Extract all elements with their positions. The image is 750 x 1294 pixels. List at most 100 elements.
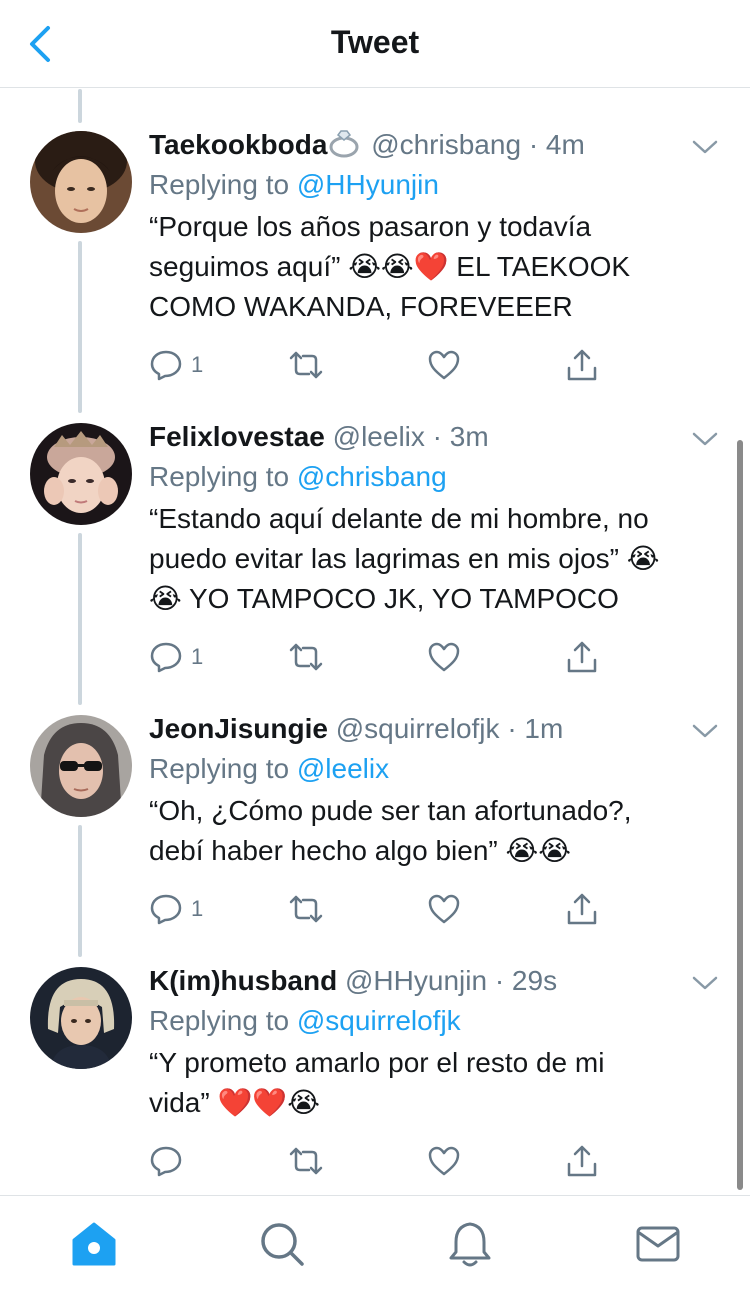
tweet-content: Felixlovestae @leelix · 3m Replying to @… xyxy=(149,417,740,619)
timestamp[interactable]: 1m xyxy=(524,713,563,744)
reply-button[interactable]: 1 xyxy=(149,889,203,929)
tweet-content: JeonJisungie @squirrelofjk · 1m Replying… xyxy=(149,709,740,871)
like-button[interactable] xyxy=(427,1141,461,1181)
avatar[interactable] xyxy=(30,967,132,1069)
avatar[interactable] xyxy=(30,715,132,817)
retweet-icon xyxy=(289,1147,323,1175)
timestamp[interactable]: 4m xyxy=(546,129,585,160)
share-icon xyxy=(567,349,597,381)
chevron-down-icon[interactable] xyxy=(692,139,718,155)
tab-home[interactable] xyxy=(68,1218,120,1270)
retweet-icon xyxy=(289,643,323,671)
replying-to-label: Replying to xyxy=(149,461,290,492)
display-name[interactable]: Taekookboda xyxy=(149,129,327,160)
like-button[interactable] xyxy=(427,345,461,385)
user-handle[interactable]: @HHyunjin xyxy=(345,965,487,996)
thread-connector-line xyxy=(78,89,82,123)
tweet-text-line: “Oh, ¿Cómo pude ser tan afortunado?, xyxy=(149,795,632,826)
share-button[interactable] xyxy=(565,637,599,677)
replying-to-line: Replying to @leelix xyxy=(149,749,740,789)
reply-count: 1 xyxy=(191,896,204,921)
share-icon xyxy=(567,641,597,673)
ring-icon xyxy=(329,130,359,158)
chevron-down-icon[interactable] xyxy=(692,975,718,991)
user-handle[interactable]: @leelix xyxy=(333,421,425,452)
tweet[interactable]: JeonJisungie @squirrelofjk · 1m Replying… xyxy=(0,709,740,961)
chevron-down-icon[interactable] xyxy=(692,431,718,447)
tweet-actions: 1 xyxy=(149,889,619,929)
top-navigation-bar: Tweet xyxy=(0,0,750,88)
reply-icon xyxy=(150,642,182,673)
search-icon xyxy=(261,1223,304,1266)
share-icon xyxy=(567,893,597,925)
separator-dot: · xyxy=(507,713,517,744)
tweet-text-line: “Y prometo amarlo por el resto de mi xyxy=(149,1047,605,1078)
scrollbar[interactable] xyxy=(737,440,743,1190)
avatar[interactable] xyxy=(30,423,132,525)
replying-to-label: Replying to xyxy=(149,169,290,200)
like-icon xyxy=(428,642,460,672)
bottom-tab-bar xyxy=(0,1195,750,1294)
replying-to-line: Replying to @HHyunjin xyxy=(149,165,740,205)
user-handle[interactable]: @squirrelofjk xyxy=(336,713,500,744)
tweet[interactable]: Taekookboda @chrisbang · 4m Replying to … xyxy=(0,125,740,417)
display-name[interactable]: JeonJisungie xyxy=(149,713,328,744)
retweet-button[interactable] xyxy=(287,637,325,677)
reply-button[interactable]: 1 xyxy=(149,637,203,677)
reply-icon xyxy=(150,1146,182,1177)
tweet-actions: 1 xyxy=(149,637,619,677)
retweet-button[interactable] xyxy=(287,1141,325,1181)
share-button[interactable] xyxy=(565,345,599,385)
tab-notifications[interactable] xyxy=(444,1218,496,1270)
tweet-actions xyxy=(149,1141,619,1181)
replying-to-link[interactable]: @chrisbang xyxy=(297,461,447,492)
tab-messages[interactable] xyxy=(632,1218,684,1270)
display-name[interactable]: Felixlovestae xyxy=(149,421,325,452)
like-icon xyxy=(428,1146,460,1176)
avatar[interactable] xyxy=(30,131,132,233)
notifications-icon xyxy=(449,1222,491,1267)
like-icon xyxy=(428,894,460,924)
tweet-text: “Oh, ¿Cómo pude ser tan afortunado?, deb… xyxy=(149,791,724,871)
tweet-text-line: “Porque los años pasaron y todavía xyxy=(149,211,592,242)
page-title: Tweet xyxy=(330,24,420,60)
share-icon xyxy=(567,1145,597,1177)
replying-to-line: Replying to @chrisbang xyxy=(149,457,740,497)
timestamp[interactable]: 29s xyxy=(512,965,557,996)
replying-to-link[interactable]: @squirrelofjk xyxy=(297,1005,461,1036)
like-button[interactable] xyxy=(427,889,461,929)
replying-to-link[interactable]: @HHyunjin xyxy=(297,169,439,200)
replying-to-label: Replying to xyxy=(149,1005,290,1036)
chevron-down-icon[interactable] xyxy=(692,723,718,739)
tweet[interactable]: Felixlovestae @leelix · 3m Replying to @… xyxy=(0,417,740,709)
tweet-text-line: puedo evitar las lagrimas en mis ojos” 😭 xyxy=(149,543,660,574)
messages-icon xyxy=(636,1226,680,1262)
conversation-thread[interactable]: Taekookboda @chrisbang · 4m Replying to … xyxy=(0,89,750,1195)
replying-to-line: Replying to @squirrelofjk xyxy=(149,1001,740,1041)
tweet-text: “Estando aquí delante de mi hombre, no p… xyxy=(149,499,724,619)
share-button[interactable] xyxy=(565,1141,599,1181)
tweet-text: “Porque los años pasaron y todavía segui… xyxy=(149,207,724,327)
display-name[interactable]: K(im)husband xyxy=(149,965,337,996)
retweet-button[interactable] xyxy=(287,889,325,929)
timestamp[interactable]: 3m xyxy=(450,421,489,452)
retweet-icon xyxy=(289,351,323,379)
reply-button[interactable] xyxy=(149,1141,191,1181)
share-button[interactable] xyxy=(565,889,599,929)
reply-button[interactable]: 1 xyxy=(149,345,203,385)
tab-search[interactable] xyxy=(256,1218,308,1270)
tweet-text-line: “Estando aquí delante de mi hombre, no xyxy=(149,503,649,534)
like-button[interactable] xyxy=(427,637,461,677)
reply-count: 1 xyxy=(191,644,204,669)
user-handle[interactable]: @chrisbang xyxy=(371,129,521,160)
tweet-header: Taekookboda @chrisbang · 4m xyxy=(149,125,740,165)
tweet-content: Taekookboda @chrisbang · 4m Replying to … xyxy=(149,125,740,327)
tweet-text-line: 😭 YO TAMPOCO JK, YO TAMPOCO xyxy=(149,583,619,614)
tweet-header: Felixlovestae @leelix · 3m xyxy=(149,417,740,457)
retweet-icon xyxy=(289,895,323,923)
reply-count: 1 xyxy=(191,352,204,377)
replying-to-link[interactable]: @leelix xyxy=(297,753,389,784)
home-icon xyxy=(72,1222,116,1266)
tweet[interactable]: K(im)husband @HHyunjin · 29s Replying to… xyxy=(0,961,740,1195)
retweet-button[interactable] xyxy=(287,345,325,385)
